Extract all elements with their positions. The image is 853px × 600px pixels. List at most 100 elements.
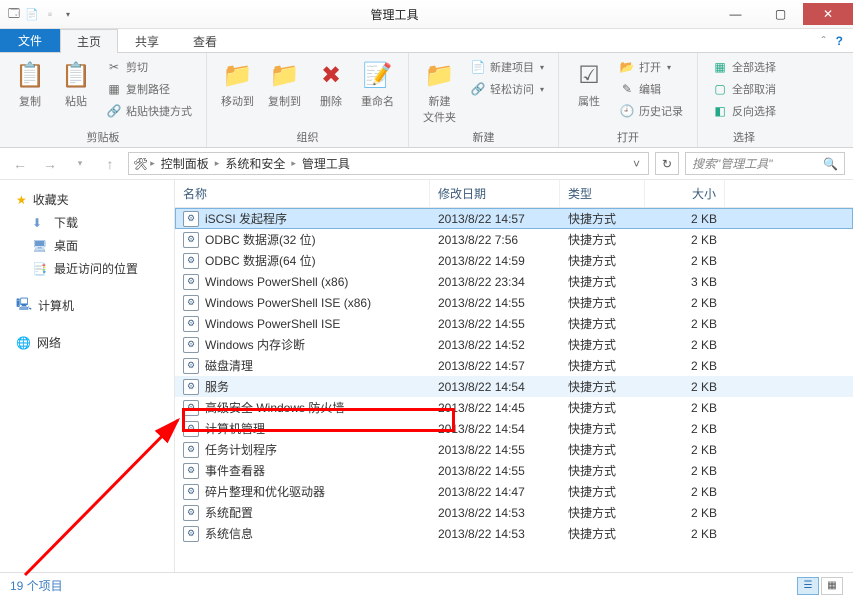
properties-icon: ☑	[573, 59, 605, 91]
address-dropdown-icon[interactable]: ˅	[629, 157, 644, 171]
sidebar-item-recent[interactable]: 📑最近访问的位置	[0, 257, 174, 280]
ribbon-collapse-icon[interactable]: ˆ	[822, 34, 826, 48]
table-row[interactable]: ⚙系统配置2013/8/22 14:53快捷方式2 KB	[175, 502, 853, 523]
file-size: 2 KB	[645, 252, 725, 270]
group-label-new: 新建	[419, 127, 548, 145]
file-name: ODBC 数据源(64 位)	[205, 252, 316, 269]
chevron-right-icon[interactable]: ▸	[150, 158, 155, 169]
tab-home[interactable]: 主页	[60, 29, 118, 53]
app-icon: 🗔	[6, 6, 22, 22]
col-size[interactable]: 大小	[645, 180, 725, 207]
col-date[interactable]: 修改日期	[430, 180, 560, 207]
table-row[interactable]: ⚙Windows PowerShell ISE (x86)2013/8/22 1…	[175, 292, 853, 313]
table-row[interactable]: ⚙系统信息2013/8/22 14:53快捷方式2 KB	[175, 523, 853, 544]
pasteshortcut-button[interactable]: 🔗粘贴快捷方式	[102, 101, 196, 121]
history-button[interactable]: 🕘历史记录	[615, 101, 687, 121]
address-bar[interactable]: 🛠 ▸ 控制面板 ▸ 系统和安全 ▸ 管理工具 ˅	[128, 152, 649, 175]
paste-button[interactable]: 📋粘贴	[56, 57, 96, 111]
minimize-button[interactable]: —	[713, 3, 758, 25]
nav-recent-button[interactable]: ▾	[68, 152, 92, 176]
search-input[interactable]: 搜索"管理工具" 🔍	[685, 152, 845, 175]
edit-button[interactable]: ✎编辑	[615, 79, 687, 99]
rename-button[interactable]: 📝重命名	[357, 57, 398, 111]
sidebar-computer[interactable]: 🖳计算机	[0, 292, 174, 319]
view-icons-button[interactable]: ▦	[821, 577, 843, 595]
file-date: 2013/8/22 14:53	[430, 504, 560, 522]
crumb-ss[interactable]: 系统和安全	[221, 155, 289, 172]
file-date: 2013/8/22 14:55	[430, 315, 560, 333]
table-row[interactable]: ⚙碎片整理和优化驱动器2013/8/22 14:47快捷方式2 KB	[175, 481, 853, 502]
sidebar-favorites[interactable]: ★收藏夹	[0, 188, 174, 211]
newitem-button[interactable]: 📄新建项目▾	[466, 57, 548, 77]
delete-icon: ✖	[315, 59, 347, 91]
file-size: 2 KB	[645, 441, 725, 459]
chevron-right-icon[interactable]: ▸	[215, 158, 220, 169]
nav-back-button[interactable]: ←	[8, 152, 32, 176]
table-row[interactable]: ⚙ODBC 数据源(32 位)2013/8/22 7:56快捷方式2 KB	[175, 229, 853, 250]
file-type: 快捷方式	[560, 271, 645, 292]
table-row[interactable]: ⚙计算机管理2013/8/22 14:54快捷方式2 KB	[175, 418, 853, 439]
table-row[interactable]: ⚙Windows 内存诊断2013/8/22 14:52快捷方式2 KB	[175, 334, 853, 355]
moveto-button[interactable]: 📁移动到	[217, 57, 258, 111]
table-row[interactable]: ⚙服务2013/8/22 14:54快捷方式2 KB	[175, 376, 853, 397]
col-type[interactable]: 类型	[560, 180, 645, 207]
table-row[interactable]: ⚙任务计划程序2013/8/22 14:55快捷方式2 KB	[175, 439, 853, 460]
table-row[interactable]: ⚙Windows PowerShell ISE2013/8/22 14:55快捷…	[175, 313, 853, 334]
chevron-right-icon[interactable]: ▸	[291, 158, 296, 169]
newfolder-button[interactable]: 📁新建 文件夹	[419, 57, 460, 127]
file-name: 高级安全 Windows 防火墙	[205, 399, 344, 416]
view-details-button[interactable]: ☰	[797, 577, 819, 595]
shortcut-icon: ⚙	[183, 379, 199, 395]
crumb-cp[interactable]: 控制面板	[157, 155, 213, 172]
table-row[interactable]: ⚙iSCSI 发起程序2013/8/22 14:57快捷方式2 KB	[175, 208, 853, 229]
properties-button[interactable]: ☑属性	[569, 57, 609, 111]
ribbon-group-select: ▦全部选择 ▢全部取消 ◧反向选择 选择	[698, 53, 790, 147]
open-button[interactable]: 📂打开▾	[615, 57, 687, 77]
invert-icon: ◧	[712, 103, 728, 119]
selectall-button[interactable]: ▦全部选择	[708, 57, 780, 77]
sidebar-network[interactable]: 🌐网络	[0, 331, 174, 354]
nav-forward-button[interactable]: →	[38, 152, 62, 176]
tab-file[interactable]: 文件	[0, 29, 60, 52]
copy-button[interactable]: 📋复制	[10, 57, 50, 111]
ribbon-toggle: ˆ ?	[822, 29, 853, 52]
qat-dropdown-icon[interactable]: ▾	[60, 6, 76, 22]
copypath-button[interactable]: ▦复制路径	[102, 79, 196, 99]
nav-up-button[interactable]: ↑	[98, 152, 122, 176]
help-icon[interactable]: ?	[836, 34, 843, 48]
file-date: 2013/8/22 23:34	[430, 273, 560, 291]
table-row[interactable]: ⚙事件查看器2013/8/22 14:55快捷方式2 KB	[175, 460, 853, 481]
file-type: 快捷方式	[560, 418, 645, 439]
qat-new-icon[interactable]: 📄	[24, 6, 40, 22]
easyaccess-button[interactable]: 🔗轻松访问▾	[466, 79, 548, 99]
file-type: 快捷方式	[560, 481, 645, 502]
maximize-button[interactable]: ▢	[758, 3, 803, 25]
sidebar-item-desktop[interactable]: 🖥桌面	[0, 234, 174, 257]
address-row: ← → ▾ ↑ 🛠 ▸ 控制面板 ▸ 系统和安全 ▸ 管理工具 ˅ ↻ 搜索"管…	[0, 148, 853, 180]
column-headers: 名称 修改日期 类型 大小	[175, 180, 853, 208]
invert-button[interactable]: ◧反向选择	[708, 101, 780, 121]
cut-button[interactable]: ✂剪切	[102, 57, 196, 77]
table-row[interactable]: ⚙磁盘清理2013/8/22 14:57快捷方式2 KB	[175, 355, 853, 376]
delete-button[interactable]: ✖删除	[311, 57, 351, 111]
paste-icon: 📋	[60, 59, 92, 91]
sidebar: ★收藏夹 ⬇下载 🖥桌面 📑最近访问的位置 🖳计算机 🌐网络	[0, 180, 175, 572]
qat-props-icon[interactable]: ▫️	[42, 6, 58, 22]
file-type: 快捷方式	[560, 502, 645, 523]
file-type: 快捷方式	[560, 376, 645, 397]
sidebar-item-downloads[interactable]: ⬇下载	[0, 211, 174, 234]
table-row[interactable]: ⚙高级安全 Windows 防火墙2013/8/22 14:45快捷方式2 KB	[175, 397, 853, 418]
selectnone-button[interactable]: ▢全部取消	[708, 79, 780, 99]
col-name[interactable]: 名称	[175, 180, 430, 207]
tab-view[interactable]: 查看	[176, 29, 234, 52]
refresh-button[interactable]: ↻	[655, 152, 679, 175]
table-row[interactable]: ⚙ODBC 数据源(64 位)2013/8/22 14:59快捷方式2 KB	[175, 250, 853, 271]
tab-share[interactable]: 共享	[118, 29, 176, 52]
copyto-button[interactable]: 📁复制到	[264, 57, 305, 111]
file-date: 2013/8/22 14:55	[430, 462, 560, 480]
table-row[interactable]: ⚙Windows PowerShell (x86)2013/8/22 23:34…	[175, 271, 853, 292]
crumb-at[interactable]: 管理工具	[298, 155, 354, 172]
file-type: 快捷方式	[560, 229, 645, 250]
file-date: 2013/8/22 14:45	[430, 399, 560, 417]
close-button[interactable]: ✕	[803, 3, 853, 25]
